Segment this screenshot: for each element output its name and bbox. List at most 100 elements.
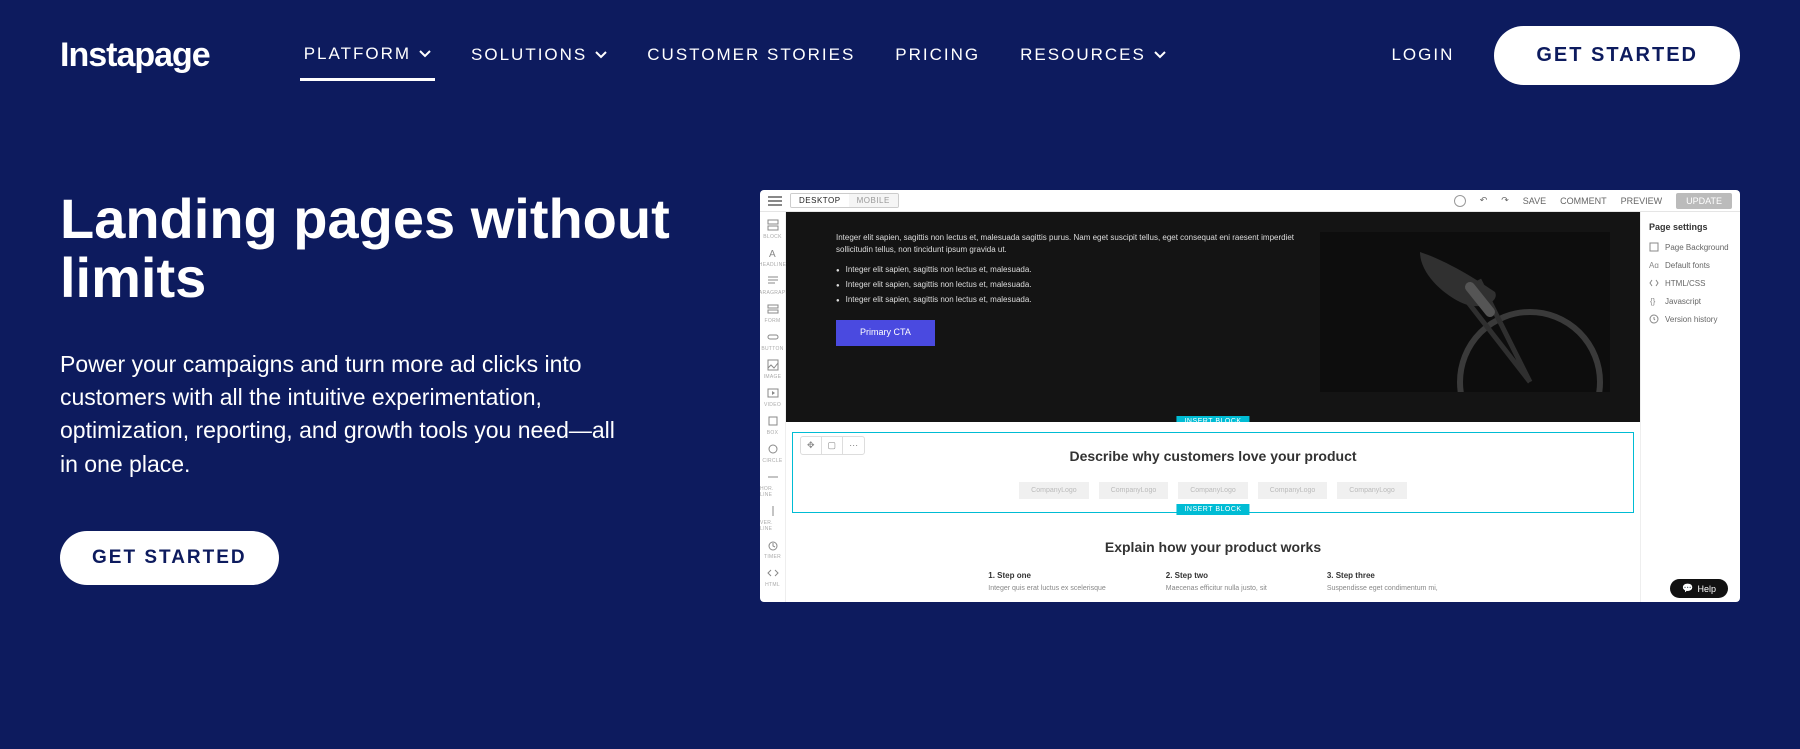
step-desc: Integer quis erat luctus ex scelerisque [988,585,1106,592]
nav-solutions[interactable]: SOLUTIONS [467,30,611,81]
works-block: Explain how your product works 1. Step o… [786,509,1640,602]
nav-label: PLATFORM [304,44,411,64]
page-settings-panel: Page settings Page Background AɑDefault … [1640,212,1740,602]
nav-label: RESOURCES [1020,45,1146,65]
setting-label: Version history [1665,315,1717,324]
works-heading: Explain how your product works [816,539,1610,555]
get-started-hero-button[interactable]: GET STARTED [60,531,279,585]
setting-label: Page Background [1665,243,1729,252]
setting-row: HTML/CSS [1649,278,1732,288]
tool-label: PARAGRAPH [760,290,789,296]
desktop-toggle: DESKTOP [791,194,849,207]
tool-button-icon [766,330,780,344]
step-title: 2. Step two [1166,571,1267,580]
chevron-down-icon [1154,49,1166,61]
tool-label: CIRCLE [762,458,782,464]
chat-icon: 💬 [1682,583,1693,594]
nav-label: PRICING [895,45,980,65]
tool-label: BLOCK [763,234,781,240]
company-logo-placeholder: CompanyLogo [1258,482,1328,499]
nav-platform[interactable]: PLATFORM [300,30,435,81]
more-icon: ⋯ [842,437,864,454]
tool-timer-icon [766,538,780,552]
bullet: Integer elit sapien, sagittis non lectus… [836,294,1300,306]
step-desc: Maecenas efficitur nulla justo, sit [1166,585,1267,592]
editor-body: BLOCK AHEADLINE PARAGRAPH FORM BUTTON IM… [760,212,1740,602]
tool-label: VER. LINE [760,520,785,532]
editor-topbar: DESKTOP MOBILE ↶ ↷ SAVE COMMENT PREVIEW … [760,190,1740,212]
tool-image-icon [766,358,780,372]
step-item: 2. Step two Maecenas efficitur nulla jus… [1166,571,1267,592]
nav-label: SOLUTIONS [471,45,587,65]
setting-label: Default fonts [1665,261,1710,270]
move-icon: ✥ [801,437,821,454]
undo-icon: ↶ [1480,195,1488,206]
steps-row: 1. Step one Integer quis erat luctus ex … [816,571,1610,592]
menu-icon [768,196,782,206]
chevron-down-icon [595,49,607,61]
dark-copy: Integer elit sapien, sagittis non lectus… [836,232,1300,392]
tool-label: IMAGE [764,374,782,380]
tool-circle-icon [766,442,780,456]
dark-hero-block: Integer elit sapien, sagittis non lectus… [786,212,1640,422]
step-item: 3. Step three Suspendisse eget condiment… [1327,571,1438,592]
bicycle-hero-image [1320,232,1610,392]
love-heading: Describe why customers love your product [816,448,1610,464]
nav-customer-stories[interactable]: CUSTOMER STORIES [643,30,859,81]
top-nav: Instapage PLATFORM SOLUTIONS CUSTOMER ST… [0,0,1800,110]
tool-box-icon [766,414,780,428]
help-label: Help [1697,584,1716,594]
redo-icon: ↷ [1501,195,1509,206]
viewport-toggle: DESKTOP MOBILE [790,193,899,208]
love-block: ✥ ▢ ⋯ Describe why customers love your p… [786,422,1640,509]
primary-cta-button: Primary CTA [836,320,935,346]
tool-label: HOR. LINE [760,486,785,498]
setting-label: Javascript [1665,297,1701,306]
nav-right: LOGIN GET STARTED [1391,26,1740,85]
tool-html-icon [766,566,780,580]
setting-row: Version history [1649,314,1732,324]
step-desc: Suspendisse eget condimentum mi, [1327,585,1438,592]
bullet-list: Integer elit sapien, sagittis non lectus… [836,264,1300,306]
step-title: 1. Step one [988,571,1106,580]
company-logo-placeholder: CompanyLogo [1019,482,1089,499]
logo-row: CompanyLogo CompanyLogo CompanyLogo Comp… [816,482,1610,499]
tool-hline-icon [766,470,780,484]
update-action: UPDATE [1676,193,1732,209]
nav-resources[interactable]: RESOURCES [1016,30,1170,81]
tool-headline-icon: A [766,246,780,260]
svg-text:A: A [769,249,776,259]
bullet: Integer elit sapien, sagittis non lectus… [836,264,1300,276]
save-action: SAVE [1523,196,1546,206]
tool-label: FORM [765,318,781,324]
step-item: 1. Step one Integer quis erat luctus ex … [988,571,1106,592]
mobile-toggle: MOBILE [849,194,898,207]
get-started-header-button[interactable]: GET STARTED [1494,26,1740,85]
tool-label: VIDEO [764,402,781,408]
nav-label: CUSTOMER STORIES [647,45,855,65]
lorem-paragraph: Integer elit sapien, sagittis non lectus… [836,232,1300,256]
tool-rail: BLOCK AHEADLINE PARAGRAPH FORM BUTTON IM… [760,212,786,602]
tool-video-icon [766,386,780,400]
setting-row: Aɑ Default fonts [1649,260,1732,270]
comment-action: COMMENT [1560,196,1607,206]
svg-text:Aɑ: Aɑ [1649,261,1659,270]
block-toolbar: ✥ ▢ ⋯ [800,436,865,455]
help-icon [1454,195,1466,207]
nav-items: PLATFORM SOLUTIONS CUSTOMER STORIES PRIC… [300,30,1170,81]
tool-label: TIMER [764,554,781,560]
company-logo-placeholder: CompanyLogo [1178,482,1248,499]
selection-outline [792,432,1634,513]
setting-row: Page Background [1649,242,1732,252]
editor-canvas: Integer elit sapien, sagittis non lectus… [786,212,1640,602]
hero-copy: Landing pages without limits Power your … [60,190,700,602]
bullet: Integer elit sapien, sagittis non lectus… [836,279,1300,291]
setting-row: {}Javascript [1649,296,1732,306]
image-icon: ▢ [821,437,843,454]
login-link[interactable]: LOGIN [1391,45,1454,65]
preview-action: PREVIEW [1621,196,1663,206]
nav-pricing[interactable]: PRICING [891,30,984,81]
step-title: 3. Step three [1327,571,1438,580]
hero-title: Landing pages without limits [60,190,700,308]
tool-paragraph-icon [766,274,780,288]
